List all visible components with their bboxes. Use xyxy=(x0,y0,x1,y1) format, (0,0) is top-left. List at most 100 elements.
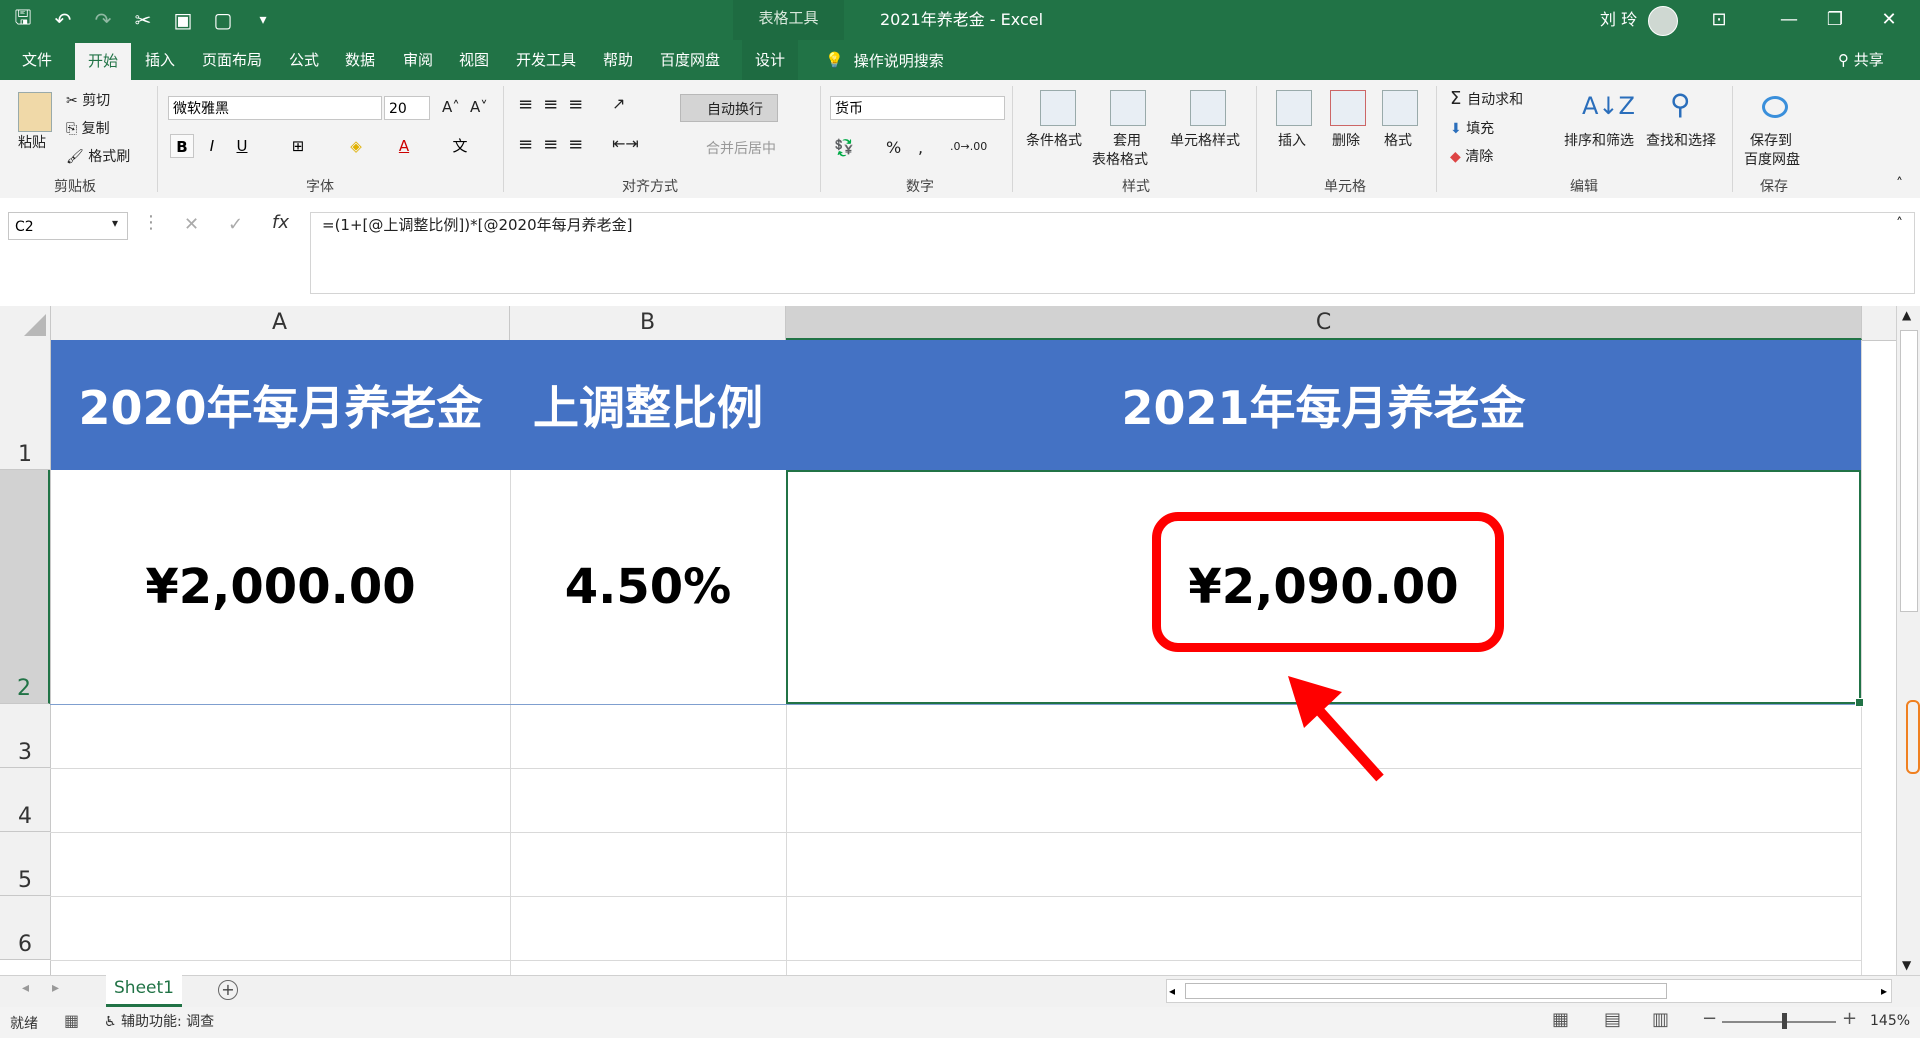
confirm-formula-icon[interactable]: ✓ xyxy=(228,214,243,235)
tab-developer[interactable]: 开发工具 xyxy=(510,40,582,80)
zoom-level[interactable]: 145% xyxy=(1870,1013,1910,1029)
delete-cells-button[interactable]: 删除 xyxy=(1332,130,1360,150)
normal-view-icon[interactable]: ▦ xyxy=(1552,1009,1569,1030)
sheet-nav-next-icon[interactable]: ▸ xyxy=(52,980,59,996)
scroll-thumb[interactable] xyxy=(1900,330,1918,612)
font-size-select[interactable]: 20 xyxy=(384,96,430,120)
share-button[interactable]: ⚲ 共享 xyxy=(1838,40,1884,80)
format-cells-icon[interactable] xyxy=(1382,90,1418,126)
cancel-formula-icon[interactable]: ✕ xyxy=(184,214,199,235)
tab-design[interactable]: 设计 xyxy=(742,40,798,80)
tab-review[interactable]: 审阅 xyxy=(396,40,440,80)
tab-help[interactable]: 帮助 xyxy=(596,40,640,80)
cell-b1[interactable]: 上调整比例 xyxy=(510,340,786,470)
tab-view[interactable]: 视图 xyxy=(452,40,496,80)
fill-button[interactable]: ⬇ 填充 xyxy=(1450,118,1494,138)
tab-file[interactable]: 文件 xyxy=(8,40,66,80)
underline-icon[interactable]: U xyxy=(230,134,254,158)
name-box-dropdown-icon[interactable]: ▾ xyxy=(112,216,118,230)
collapse-ribbon-icon[interactable]: ˄ xyxy=(1896,176,1903,192)
restore-icon[interactable]: ❐ xyxy=(1812,0,1858,40)
redo-icon[interactable]: ↷ xyxy=(92,8,114,32)
accounting-format-icon[interactable]: 💱 xyxy=(834,138,854,157)
sheet-tab-sheet1[interactable]: Sheet1 xyxy=(106,974,182,1007)
sheet-nav-prev-icon[interactable]: ◂ xyxy=(22,980,29,996)
cut-icon[interactable]: ✂ xyxy=(132,8,154,32)
cell-a2[interactable]: ¥2,000.00 xyxy=(51,470,510,704)
baidu-cloud-icon[interactable] xyxy=(1762,96,1788,118)
save-to-netdisk-label-2[interactable]: 百度网盘 xyxy=(1744,149,1800,169)
horizontal-scroll-thumb[interactable] xyxy=(1185,983,1667,999)
formula-collapse-icon[interactable]: ˄ xyxy=(1896,216,1903,232)
fill-color-icon[interactable]: ◈ xyxy=(344,134,368,158)
phonetic-icon[interactable]: 文 xyxy=(448,134,472,158)
column-header-b[interactable]: B xyxy=(510,306,786,340)
paste-button[interactable]: 粘贴 xyxy=(18,132,46,152)
tab-baidu-netdisk[interactable]: 百度网盘 xyxy=(654,40,726,80)
comma-style-icon[interactable]: , xyxy=(918,138,923,157)
add-sheet-icon[interactable]: + xyxy=(218,980,238,1000)
insert-cells-button[interactable]: 插入 xyxy=(1278,130,1306,150)
scroll-down-icon[interactable]: ▼ xyxy=(1902,958,1911,972)
shrink-font-icon[interactable]: A˅ xyxy=(470,98,488,116)
tab-page-layout[interactable]: 页面布局 xyxy=(196,40,268,80)
merge-center-button[interactable]: 合并后居中 xyxy=(706,138,776,158)
clear-button[interactable]: ◆ 清除 xyxy=(1450,146,1493,166)
save-to-netdisk-label-1[interactable]: 保存到 xyxy=(1750,130,1792,150)
column-header-c[interactable]: C xyxy=(786,306,1862,340)
cell-b2[interactable]: 4.50% xyxy=(510,470,786,704)
wrap-text-button[interactable]: 自动换行 xyxy=(680,94,778,122)
page-layout-view-icon[interactable]: ▤ xyxy=(1604,1009,1621,1030)
save-as-icon[interactable]: ▣ xyxy=(172,8,194,32)
cell-styles-button[interactable]: 单元格样式 xyxy=(1170,130,1240,150)
new-file-icon[interactable]: ▢ xyxy=(212,8,234,32)
tab-data[interactable]: 数据 xyxy=(338,40,382,80)
row-header-2[interactable]: 2 xyxy=(0,470,50,704)
orientation-icon[interactable]: ↗ xyxy=(612,94,625,113)
save-icon[interactable]: 🖫 xyxy=(12,3,34,37)
cell-c1[interactable]: 2021年每月养老金 xyxy=(786,340,1861,470)
find-select-icon[interactable]: ⚲ xyxy=(1670,88,1691,121)
bold-icon[interactable]: B xyxy=(170,134,194,158)
page-break-view-icon[interactable]: ▥ xyxy=(1652,1009,1669,1030)
zoom-slider-thumb[interactable] xyxy=(1782,1013,1787,1029)
zoom-slider[interactable] xyxy=(1722,1021,1836,1023)
name-box[interactable]: C2 xyxy=(8,212,128,240)
ribbon-display-icon[interactable]: ⊡ xyxy=(1696,0,1742,40)
close-icon[interactable]: ✕ xyxy=(1866,0,1912,40)
grow-font-icon[interactable]: A˄ xyxy=(442,98,460,116)
paste-icon[interactable] xyxy=(18,92,52,132)
find-select-button[interactable]: 查找和选择 xyxy=(1646,130,1716,150)
horizontal-align-icons[interactable]: ≡≡≡ xyxy=(518,134,593,155)
format-as-table-icon[interactable] xyxy=(1110,90,1146,126)
cut-button[interactable]: ✂ 剪切 xyxy=(66,90,110,110)
undo-icon[interactable]: ↶ xyxy=(52,8,74,32)
select-all-button[interactable] xyxy=(0,306,51,340)
scroll-right-icon[interactable]: ▸ xyxy=(1881,980,1887,1002)
format-cells-button[interactable]: 格式 xyxy=(1384,130,1412,150)
conditional-format-button[interactable]: 条件格式 xyxy=(1026,130,1082,150)
conditional-format-icon[interactable] xyxy=(1040,90,1076,126)
tab-formulas[interactable]: 公式 xyxy=(282,40,326,80)
sort-filter-icon[interactable]: A↓Z xyxy=(1582,92,1635,120)
scroll-up-icon[interactable]: ▲ xyxy=(1902,308,1911,322)
cell-styles-icon[interactable] xyxy=(1190,90,1226,126)
format-as-table-label-1[interactable]: 套用 xyxy=(1113,130,1141,150)
zoom-in-icon[interactable]: + xyxy=(1842,1008,1857,1029)
font-name-select[interactable]: 微软雅黑 xyxy=(168,96,382,120)
tab-insert[interactable]: 插入 xyxy=(138,40,182,80)
copy-button[interactable]: ⎘ 复制 xyxy=(66,118,110,138)
increase-decimal-icon[interactable]: .0→.00 xyxy=(950,140,987,153)
customize-qat-icon[interactable]: ▾ xyxy=(252,12,274,28)
row-header-6[interactable]: 6 xyxy=(0,896,50,960)
indent-icons[interactable]: ⇤⇥ xyxy=(612,134,639,153)
row-header-1[interactable]: 1 xyxy=(0,340,50,470)
font-color-icon[interactable]: A xyxy=(392,134,416,158)
user-name[interactable]: 刘 玲 xyxy=(1600,0,1637,40)
sort-filter-button[interactable]: 排序和筛选 xyxy=(1564,130,1634,150)
tell-me-search[interactable]: 💡 操作说明搜索 xyxy=(825,40,944,80)
minimize-icon[interactable]: — xyxy=(1766,0,1812,40)
format-as-table-label-2[interactable]: 表格格式 xyxy=(1092,149,1148,169)
zoom-out-icon[interactable]: − xyxy=(1702,1008,1717,1029)
delete-cells-icon[interactable] xyxy=(1330,90,1366,126)
